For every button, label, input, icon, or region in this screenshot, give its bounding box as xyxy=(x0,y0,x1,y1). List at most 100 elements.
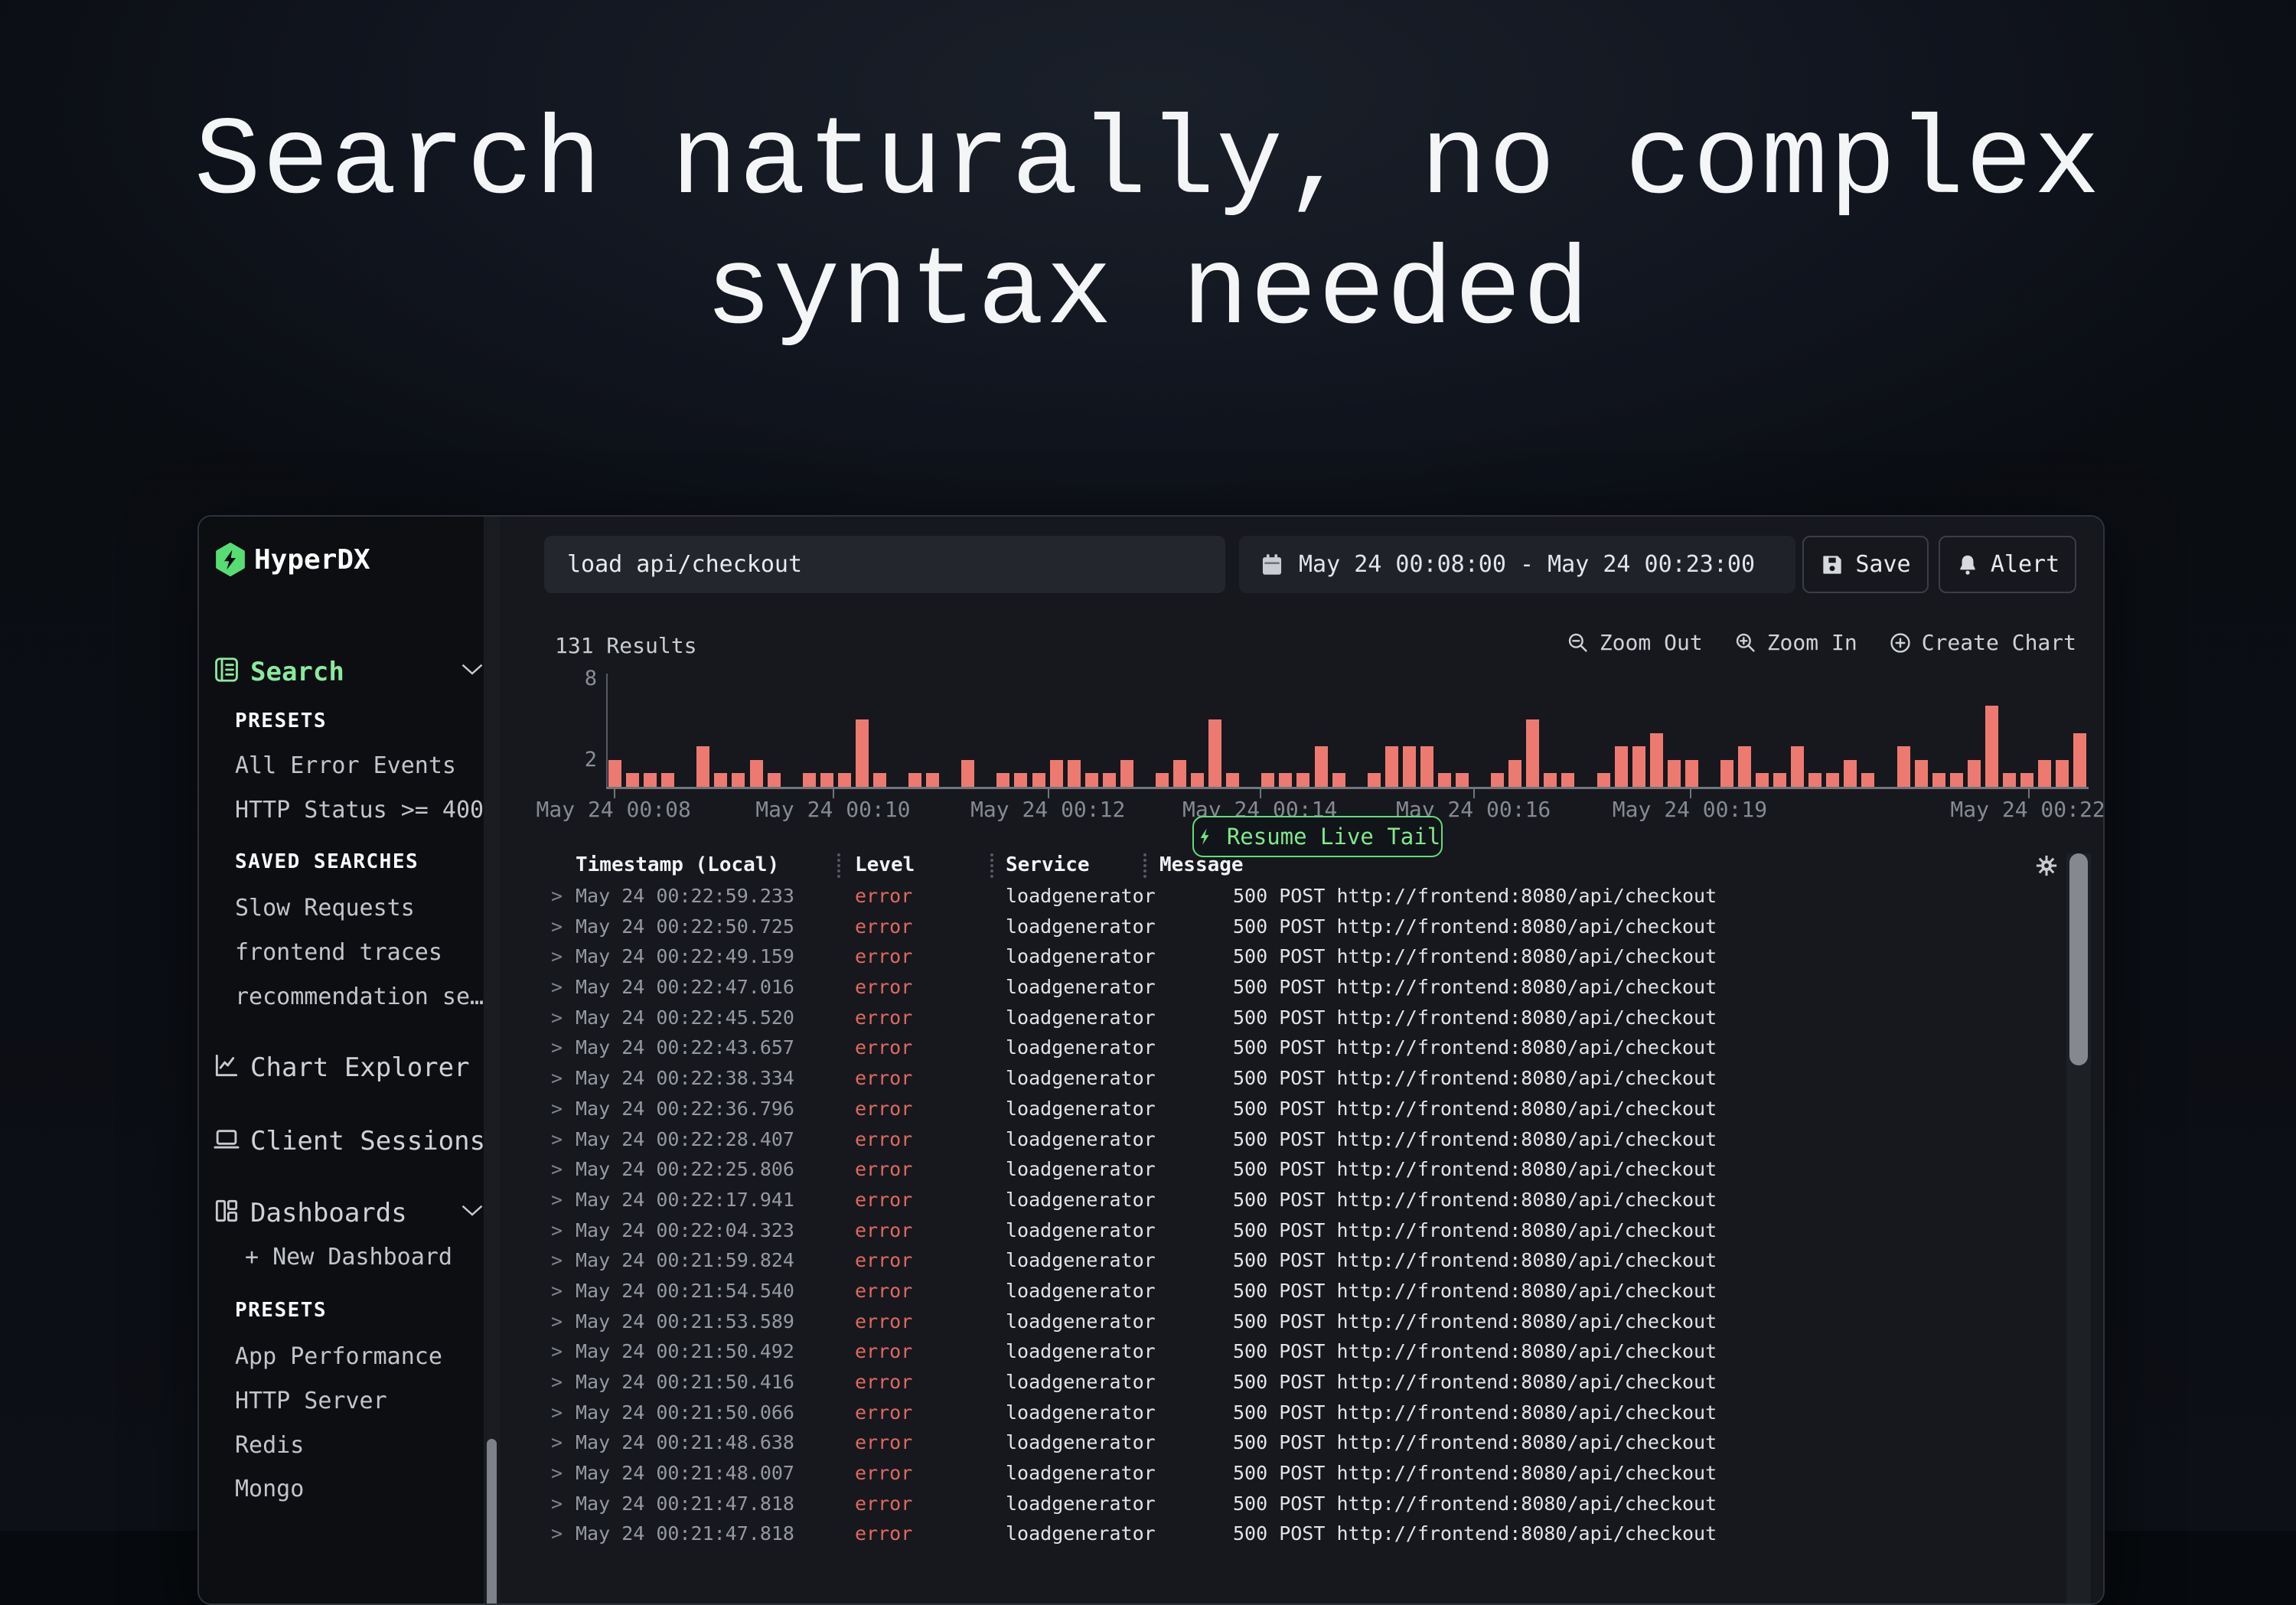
create-chart-button[interactable]: Create Chart xyxy=(1888,630,2076,655)
bell-icon xyxy=(1955,553,1980,577)
histogram-bar xyxy=(783,679,801,787)
main-panel: May 24 00:08:00 - May 24 00:23:00 Save A… xyxy=(516,517,2103,1603)
table-row[interactable]: >May 24 00:21:47.818errorloadgenerator50… xyxy=(516,1519,2062,1550)
sidebar-scrollbar-thumb[interactable] xyxy=(487,1439,497,1605)
table-row[interactable]: >May 24 00:22:59.233errorloadgenerator50… xyxy=(516,882,2062,912)
histogram-bar xyxy=(1806,679,1824,787)
x-axis-tick-label: May 24 00:22 xyxy=(1950,797,2105,822)
column-resize-handle[interactable] xyxy=(837,853,840,878)
table-row[interactable]: >May 24 00:22:50.725errorloadgenerator50… xyxy=(516,912,2062,943)
row-timestamp: May 24 00:21:50.416 xyxy=(576,1371,794,1393)
row-expander-chevron[interactable]: > xyxy=(551,1310,563,1333)
table-row[interactable]: >May 24 00:22:47.016errorloadgenerator50… xyxy=(516,973,2062,1003)
histogram-bar xyxy=(2053,679,2071,787)
row-expander-chevron[interactable]: > xyxy=(551,1492,563,1515)
histogram-bar xyxy=(1313,679,1330,787)
column-resize-handle[interactable] xyxy=(1143,853,1146,878)
table-scrollbar[interactable] xyxy=(2066,853,2091,1603)
row-expander-chevron[interactable]: > xyxy=(551,1462,563,1484)
row-timestamp: May 24 00:22:50.725 xyxy=(576,915,794,938)
table-settings-gear-icon[interactable] xyxy=(2035,854,2058,877)
table-scrollbar-thumb[interactable] xyxy=(2069,853,2088,1065)
row-service: loadgenerator xyxy=(1006,1158,1156,1180)
histogram-bar xyxy=(871,679,889,787)
row-expander-chevron[interactable]: > xyxy=(551,1128,563,1150)
row-expander-chevron[interactable]: > xyxy=(551,1401,563,1424)
row-service: loadgenerator xyxy=(1006,885,1156,907)
table-row[interactable]: >May 24 00:22:25.806errorloadgenerator50… xyxy=(516,1155,2062,1186)
histogram-bar xyxy=(1948,679,1965,787)
row-expander-chevron[interactable]: > xyxy=(551,1340,563,1362)
table-row[interactable]: >May 24 00:21:50.492errorloadgenerator50… xyxy=(516,1337,2062,1368)
table-row[interactable]: >May 24 00:21:54.540errorloadgenerator50… xyxy=(516,1277,2062,1307)
sidebar-item-client-sessions[interactable]: Client Sessions xyxy=(199,1121,500,1164)
row-message: 500 POST http://frontend:8080/api/checko… xyxy=(1233,1036,1717,1059)
table-row[interactable]: >May 24 00:21:48.007errorloadgenerator50… xyxy=(516,1459,2062,1489)
row-timestamp: May 24 00:21:53.589 xyxy=(576,1310,794,1333)
table-row[interactable]: >May 24 00:22:36.796errorloadgenerator50… xyxy=(516,1094,2062,1125)
alert-button-label: Alert xyxy=(1991,551,2060,578)
row-expander-chevron[interactable]: > xyxy=(551,1522,563,1545)
alert-button[interactable]: Alert xyxy=(1939,536,2076,593)
save-button[interactable]: Save xyxy=(1802,536,1929,593)
histogram-bar xyxy=(1736,679,1753,787)
table-row[interactable]: >May 24 00:22:38.334errorloadgenerator50… xyxy=(516,1064,2062,1094)
row-expander-chevron[interactable]: > xyxy=(551,1098,563,1120)
row-service: loadgenerator xyxy=(1006,1249,1156,1271)
row-expander-chevron[interactable]: > xyxy=(551,1067,563,1089)
histogram-bar xyxy=(906,679,924,787)
histogram-bar xyxy=(1753,679,1771,787)
sidebar-item-chart-explorer[interactable]: Chart Explorer xyxy=(199,1048,500,1091)
sidebar-item-search[interactable]: Search xyxy=(199,652,500,695)
table-row[interactable]: >May 24 00:21:53.589errorloadgenerator50… xyxy=(516,1307,2062,1338)
row-expander-chevron[interactable]: > xyxy=(551,976,563,998)
row-expander-chevron[interactable]: > xyxy=(551,1158,563,1180)
histogram-bar xyxy=(889,679,906,787)
histogram-bar xyxy=(1030,679,1048,787)
laptop-icon xyxy=(212,1124,241,1153)
table-row[interactable]: >May 24 00:22:17.941errorloadgenerator50… xyxy=(516,1186,2062,1216)
row-expander-chevron[interactable]: > xyxy=(551,885,563,907)
row-expander-chevron[interactable]: > xyxy=(551,1249,563,1271)
row-level: error xyxy=(855,1522,912,1545)
row-level: error xyxy=(855,1371,912,1393)
table-row[interactable]: >May 24 00:21:47.818errorloadgenerator50… xyxy=(516,1489,2062,1520)
histogram-bar xyxy=(1771,679,1789,787)
zoom-out-label: Zoom Out xyxy=(1600,630,1703,655)
table-row[interactable]: >May 24 00:21:50.416errorloadgenerator50… xyxy=(516,1368,2062,1398)
row-expander-chevron[interactable]: > xyxy=(551,1036,563,1059)
row-message: 500 POST http://frontend:8080/api/checko… xyxy=(1233,1098,1717,1120)
row-expander-chevron[interactable]: > xyxy=(551,1006,563,1029)
table-row[interactable]: >May 24 00:21:50.066errorloadgenerator50… xyxy=(516,1398,2062,1429)
sidebar-item-label: Client Sessions xyxy=(250,1126,485,1156)
sidebar-item-dashboards[interactable]: Dashboards xyxy=(199,1193,500,1236)
row-expander-chevron[interactable]: > xyxy=(551,1371,563,1393)
column-resize-handle[interactable] xyxy=(990,853,993,878)
histogram-bar xyxy=(1065,679,1083,787)
table-row[interactable]: >May 24 00:22:04.323errorloadgenerator50… xyxy=(516,1216,2062,1247)
row-message: 500 POST http://frontend:8080/api/checko… xyxy=(1233,1067,1717,1089)
zoom-in-button[interactable]: Zoom In xyxy=(1733,630,1857,655)
row-expander-chevron[interactable]: > xyxy=(551,1219,563,1241)
row-level: error xyxy=(855,1067,912,1089)
zoom-out-button[interactable]: Zoom Out xyxy=(1566,630,1703,655)
table-row[interactable]: >May 24 00:21:59.824errorloadgenerator50… xyxy=(516,1246,2062,1277)
column-header-service: Service xyxy=(1006,853,1090,876)
table-row[interactable]: >May 24 00:22:43.657errorloadgenerator50… xyxy=(516,1033,2062,1064)
row-expander-chevron[interactable]: > xyxy=(551,915,563,938)
row-expander-chevron[interactable]: > xyxy=(551,1189,563,1211)
row-expander-chevron[interactable]: > xyxy=(551,945,563,967)
search-input[interactable] xyxy=(544,536,1225,593)
table-row[interactable]: >May 24 00:22:28.407errorloadgenerator50… xyxy=(516,1125,2062,1156)
row-level: error xyxy=(855,1158,912,1180)
table-row[interactable]: >May 24 00:21:48.638errorloadgenerator50… xyxy=(516,1428,2062,1459)
table-row[interactable]: >May 24 00:22:45.520errorloadgenerator50… xyxy=(516,1003,2062,1034)
histogram-bar xyxy=(1189,679,1206,787)
table-row[interactable]: >May 24 00:22:49.159errorloadgenerator50… xyxy=(516,942,2062,973)
row-expander-chevron[interactable]: > xyxy=(551,1280,563,1302)
row-expander-chevron[interactable]: > xyxy=(551,1431,563,1453)
resume-live-tail-button[interactable]: Resume Live Tail xyxy=(1192,816,1443,857)
histogram-bar xyxy=(1489,679,1506,787)
sidebar-scrollbar[interactable] xyxy=(484,517,500,1603)
date-range-picker[interactable]: May 24 00:08:00 - May 24 00:23:00 xyxy=(1239,536,1795,593)
